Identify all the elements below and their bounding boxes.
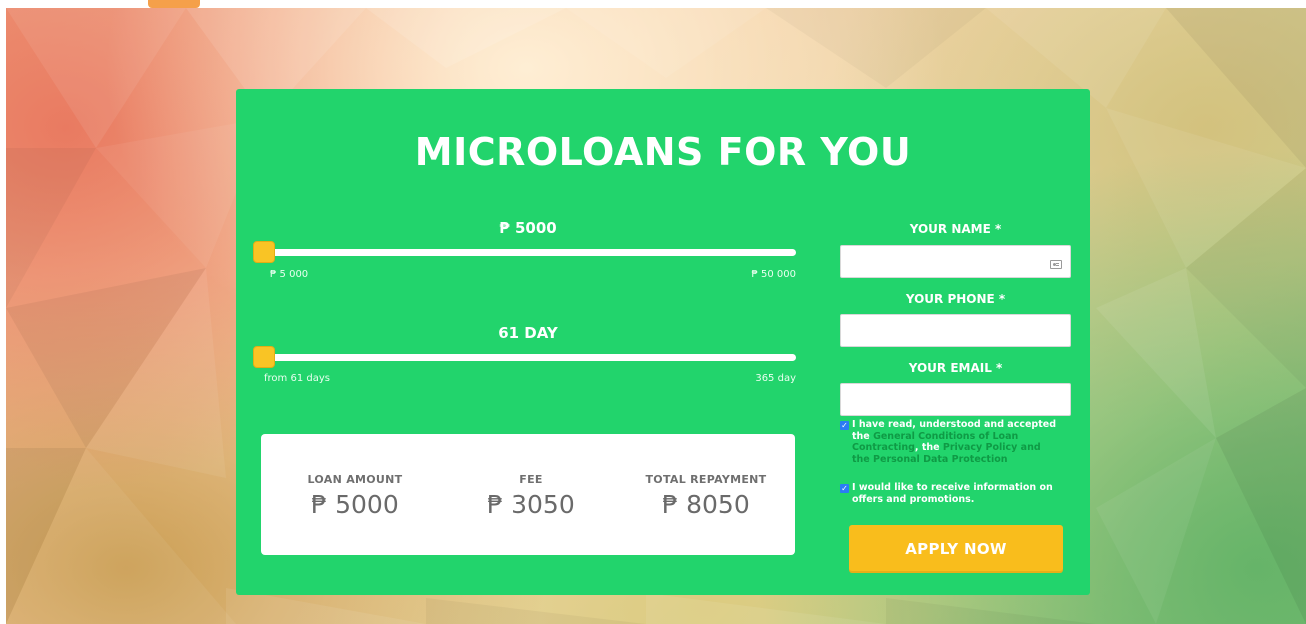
promo-checkbox[interactable]: ✓ xyxy=(840,484,849,493)
term-value: 61 DAY xyxy=(498,324,558,342)
fee-label: FEE xyxy=(519,473,543,486)
term-max-label: 365 day xyxy=(755,373,796,384)
amount-value: ₱ 5000 xyxy=(499,219,557,237)
consent-checkbox[interactable]: ✓ xyxy=(840,421,849,430)
loan-amount-value: ₱ 5000 xyxy=(311,490,399,519)
email-input[interactable] xyxy=(840,383,1071,416)
name-input[interactable] xyxy=(840,245,1071,278)
loan-amount-label: LOAN AMOUNT xyxy=(307,473,403,486)
amount-slider[interactable] xyxy=(253,241,796,263)
amount-min-label: ₱ 5 000 xyxy=(270,269,309,280)
total-repayment-value: ₱ 8050 xyxy=(662,490,750,519)
term-slider[interactable] xyxy=(253,346,796,368)
email-label: YOUR EMAIL * xyxy=(908,361,1003,375)
total-repayment-label: TOTAL REPAYMENT xyxy=(645,473,767,486)
amount-slider-handle[interactable] xyxy=(253,241,275,263)
fee-summary: FEE ₱ 3050 xyxy=(461,473,601,520)
promo-text: I would like to receive information on o… xyxy=(852,482,1053,505)
loan-summary: LOAN AMOUNT ₱ 5000 FEE ₱ 3050 TOTAL REPA… xyxy=(261,434,795,555)
contact-card-icon[interactable] xyxy=(1050,260,1062,269)
promo-checkbox-row: ✓ I would like to receive information on… xyxy=(840,482,1060,505)
apply-now-button[interactable]: APPLY NOW xyxy=(849,525,1063,573)
total-repayment-summary: TOTAL REPAYMENT ₱ 8050 xyxy=(631,473,781,520)
fee-value: ₱ 3050 xyxy=(487,490,575,519)
term-slider-handle[interactable] xyxy=(253,346,275,368)
hero-background: MICROLOANS FOR YOU ₱ 5000 ₱ 5 000 ₱ 50 0… xyxy=(6,8,1306,624)
phone-label: YOUR PHONE * xyxy=(905,292,1006,306)
consent-text-part-2: , the xyxy=(914,442,943,453)
phone-input[interactable] xyxy=(840,314,1071,347)
loan-amount-summary: LOAN AMOUNT ₱ 5000 xyxy=(285,473,425,520)
logo[interactable] xyxy=(148,0,200,8)
name-label: YOUR NAME * xyxy=(909,222,1002,236)
amount-max-label: ₱ 50 000 xyxy=(751,269,796,280)
consent-text: I have read, understood and accepted the… xyxy=(852,419,1060,465)
term-min-label: from 61 days xyxy=(264,373,330,384)
page-title: MICROLOANS FOR YOU xyxy=(414,130,912,174)
consent-checkbox-row: ✓ I have read, understood and accepted t… xyxy=(840,419,1060,465)
loan-card: MICROLOANS FOR YOU ₱ 5000 ₱ 5 000 ₱ 50 0… xyxy=(236,89,1090,595)
